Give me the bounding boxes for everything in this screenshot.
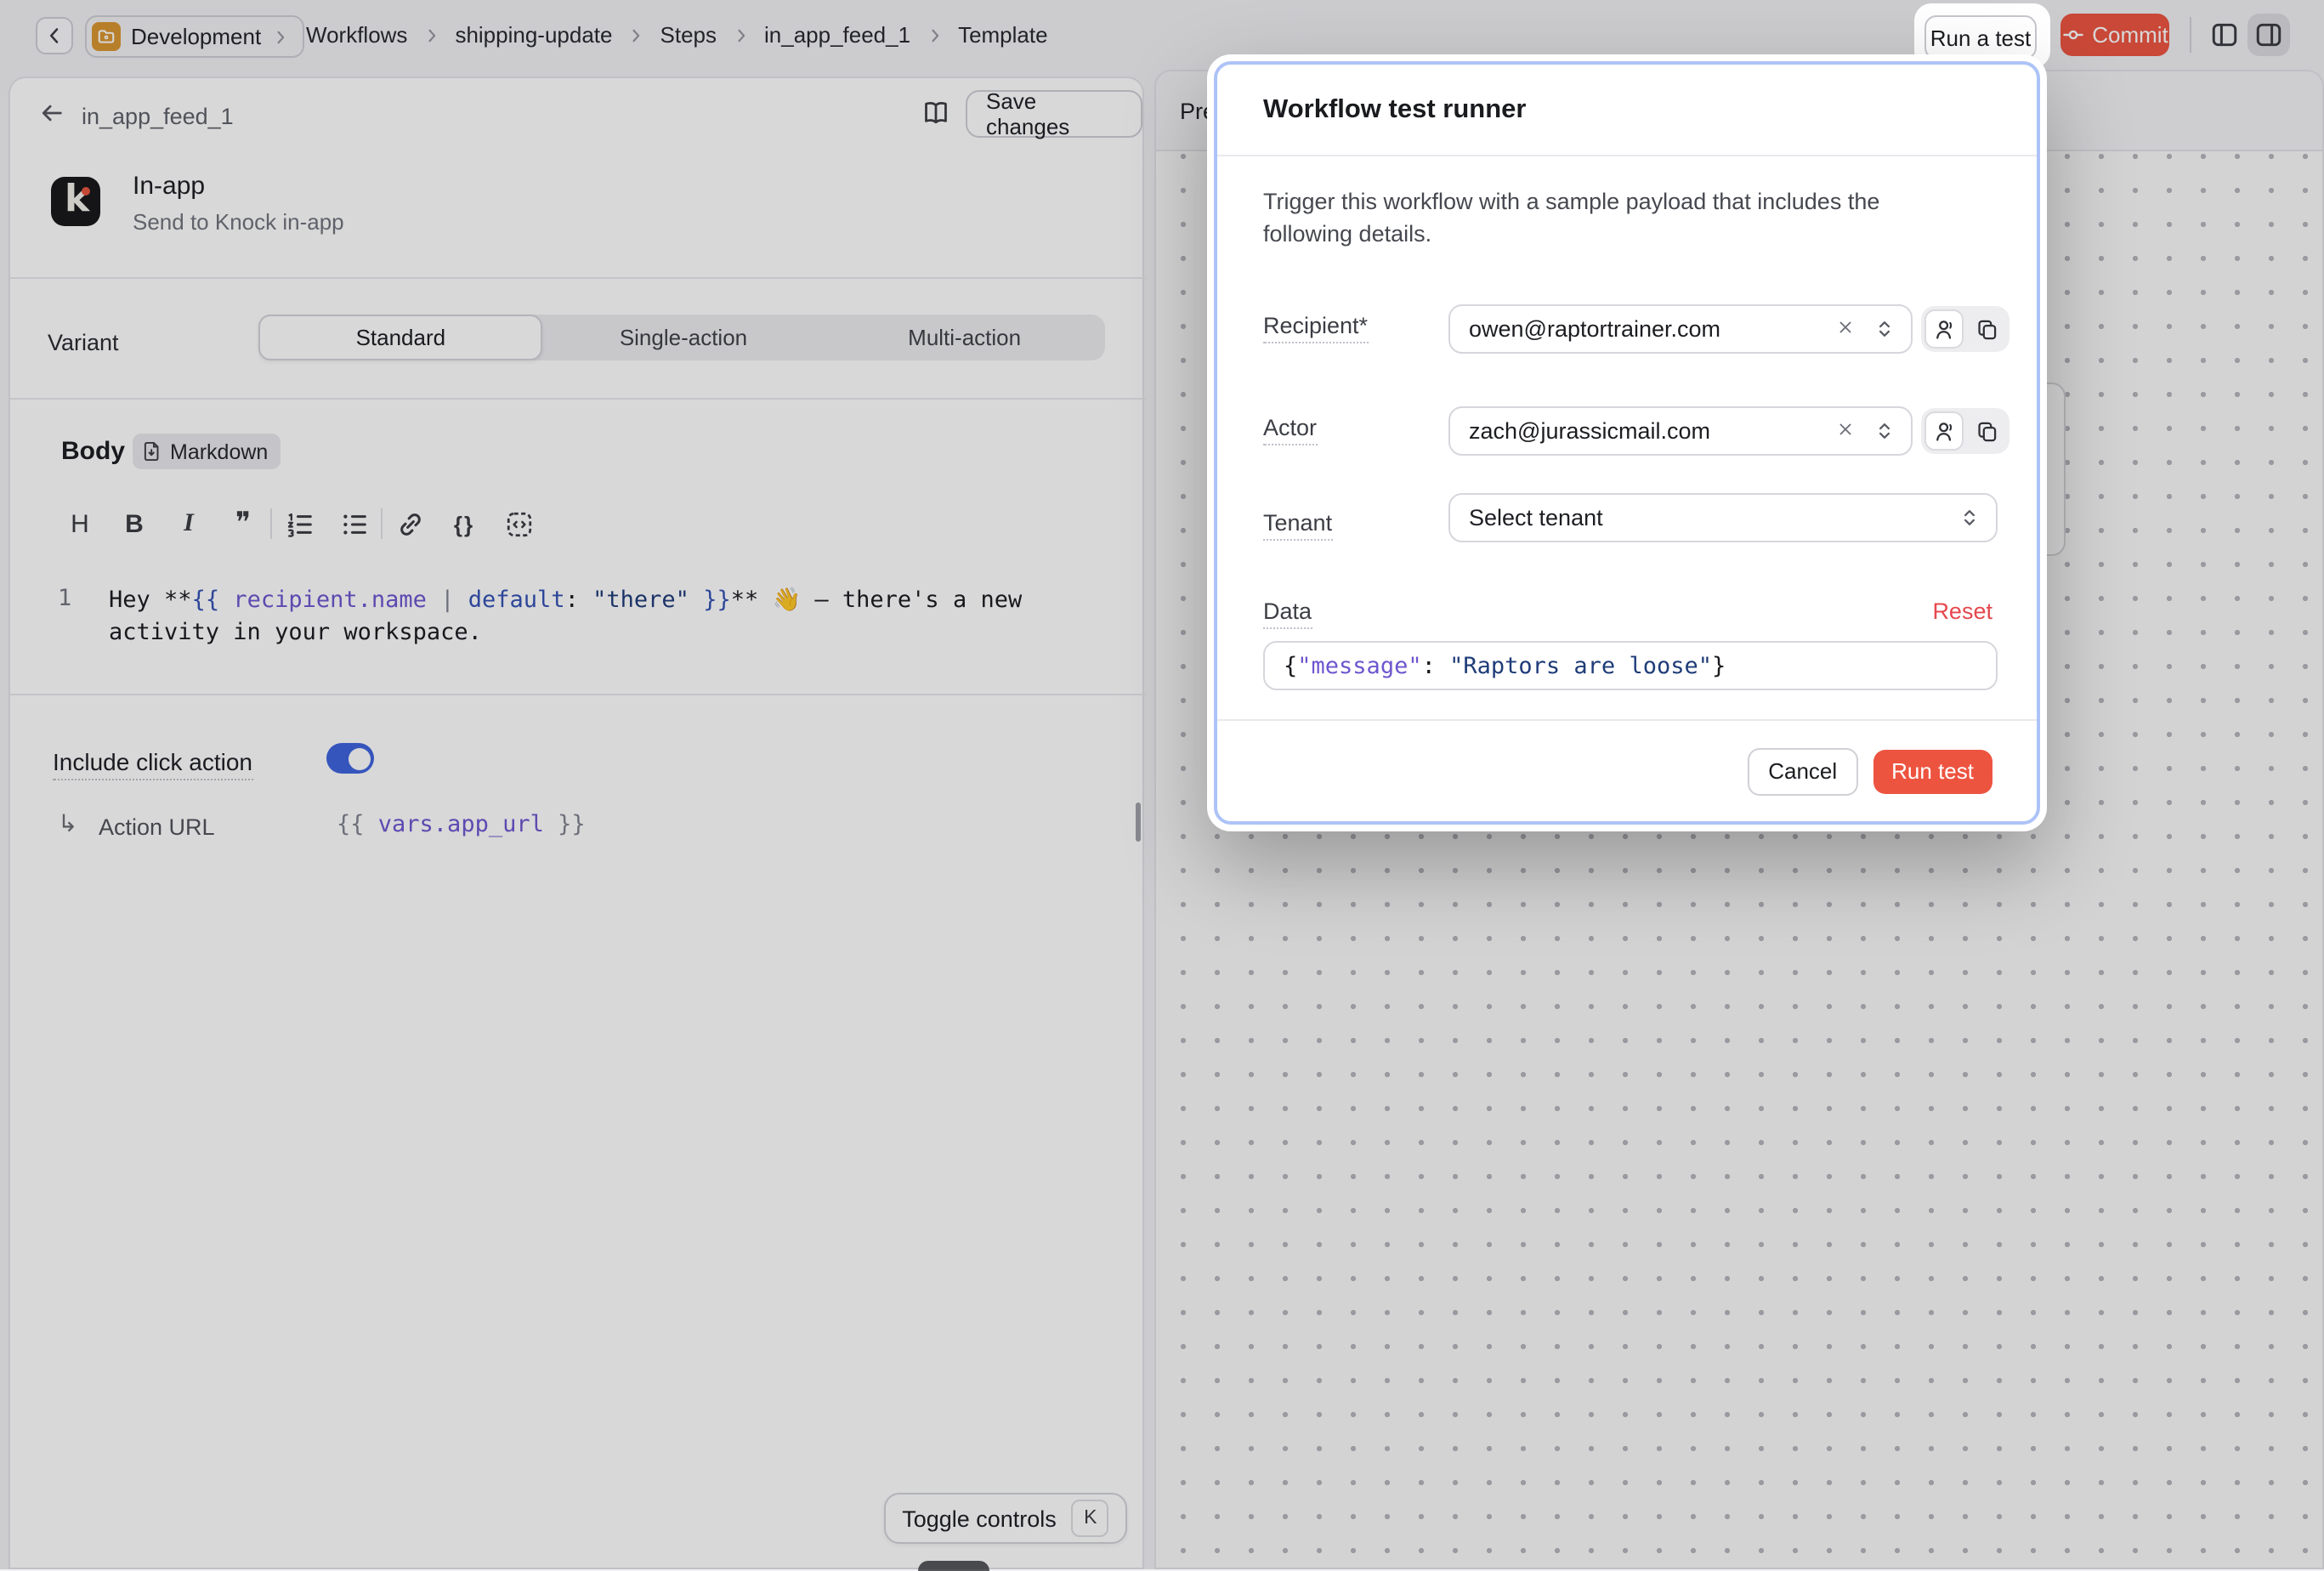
- reset-data-link[interactable]: Reset: [1932, 598, 1992, 624]
- data-json-value: {"message": "Raptors are loose"}: [1284, 653, 1726, 680]
- actor-actions: [1921, 408, 2009, 454]
- data-json-input[interactable]: {"message": "Raptors are loose"}: [1263, 641, 1998, 690]
- recipient-actions: [1921, 306, 2009, 352]
- run-a-test-button[interactable]: Run a test: [1924, 15, 2037, 60]
- recipient-input[interactable]: [1469, 306, 1809, 352]
- chevron-up-down-icon[interactable]: [1873, 420, 1896, 442]
- chevron-up-down-icon: [1958, 507, 1981, 529]
- clear-icon[interactable]: [1836, 420, 1855, 439]
- data-label: Data: [1263, 598, 1312, 629]
- cancel-button[interactable]: Cancel: [1748, 747, 1857, 795]
- recipient-copy-button[interactable]: [1967, 309, 2006, 349]
- run-a-test-label: Run a test: [1930, 25, 2032, 50]
- actor-combobox[interactable]: [1448, 406, 1913, 456]
- recipient-label: Recipient*: [1263, 313, 1368, 343]
- recipient-combobox[interactable]: [1448, 304, 1913, 354]
- clear-icon[interactable]: [1836, 318, 1855, 337]
- chevron-up-down-icon[interactable]: [1873, 318, 1896, 340]
- actor-user-picker-button[interactable]: [1924, 411, 1964, 451]
- run-test-button[interactable]: Run test: [1873, 749, 1992, 793]
- recipient-user-picker-button[interactable]: [1924, 309, 1964, 349]
- actor-copy-button[interactable]: [1967, 411, 2006, 451]
- app-window: Development Workflows shipping-update St…: [0, 0, 2324, 1569]
- modal-header: Workflow test runner: [1217, 65, 2037, 156]
- modal-title: Workflow test runner: [1263, 94, 1526, 125]
- actor-input[interactable]: [1469, 408, 1809, 454]
- workflow-test-runner-modal: Workflow test runner Trigger this workfl…: [1207, 54, 2047, 831]
- tenant-select[interactable]: Select tenant: [1448, 493, 1998, 542]
- modal-focus-ring: Workflow test runner Trigger this workfl…: [1214, 61, 2040, 825]
- tenant-label: Tenant: [1263, 510, 1332, 541]
- actor-label: Actor: [1263, 415, 1317, 445]
- modal-footer: Cancel Run test: [1217, 719, 2037, 821]
- tenant-select-value: Select tenant: [1469, 505, 1603, 530]
- modal-description: Trigger this workflow with a sample payl…: [1263, 185, 1940, 250]
